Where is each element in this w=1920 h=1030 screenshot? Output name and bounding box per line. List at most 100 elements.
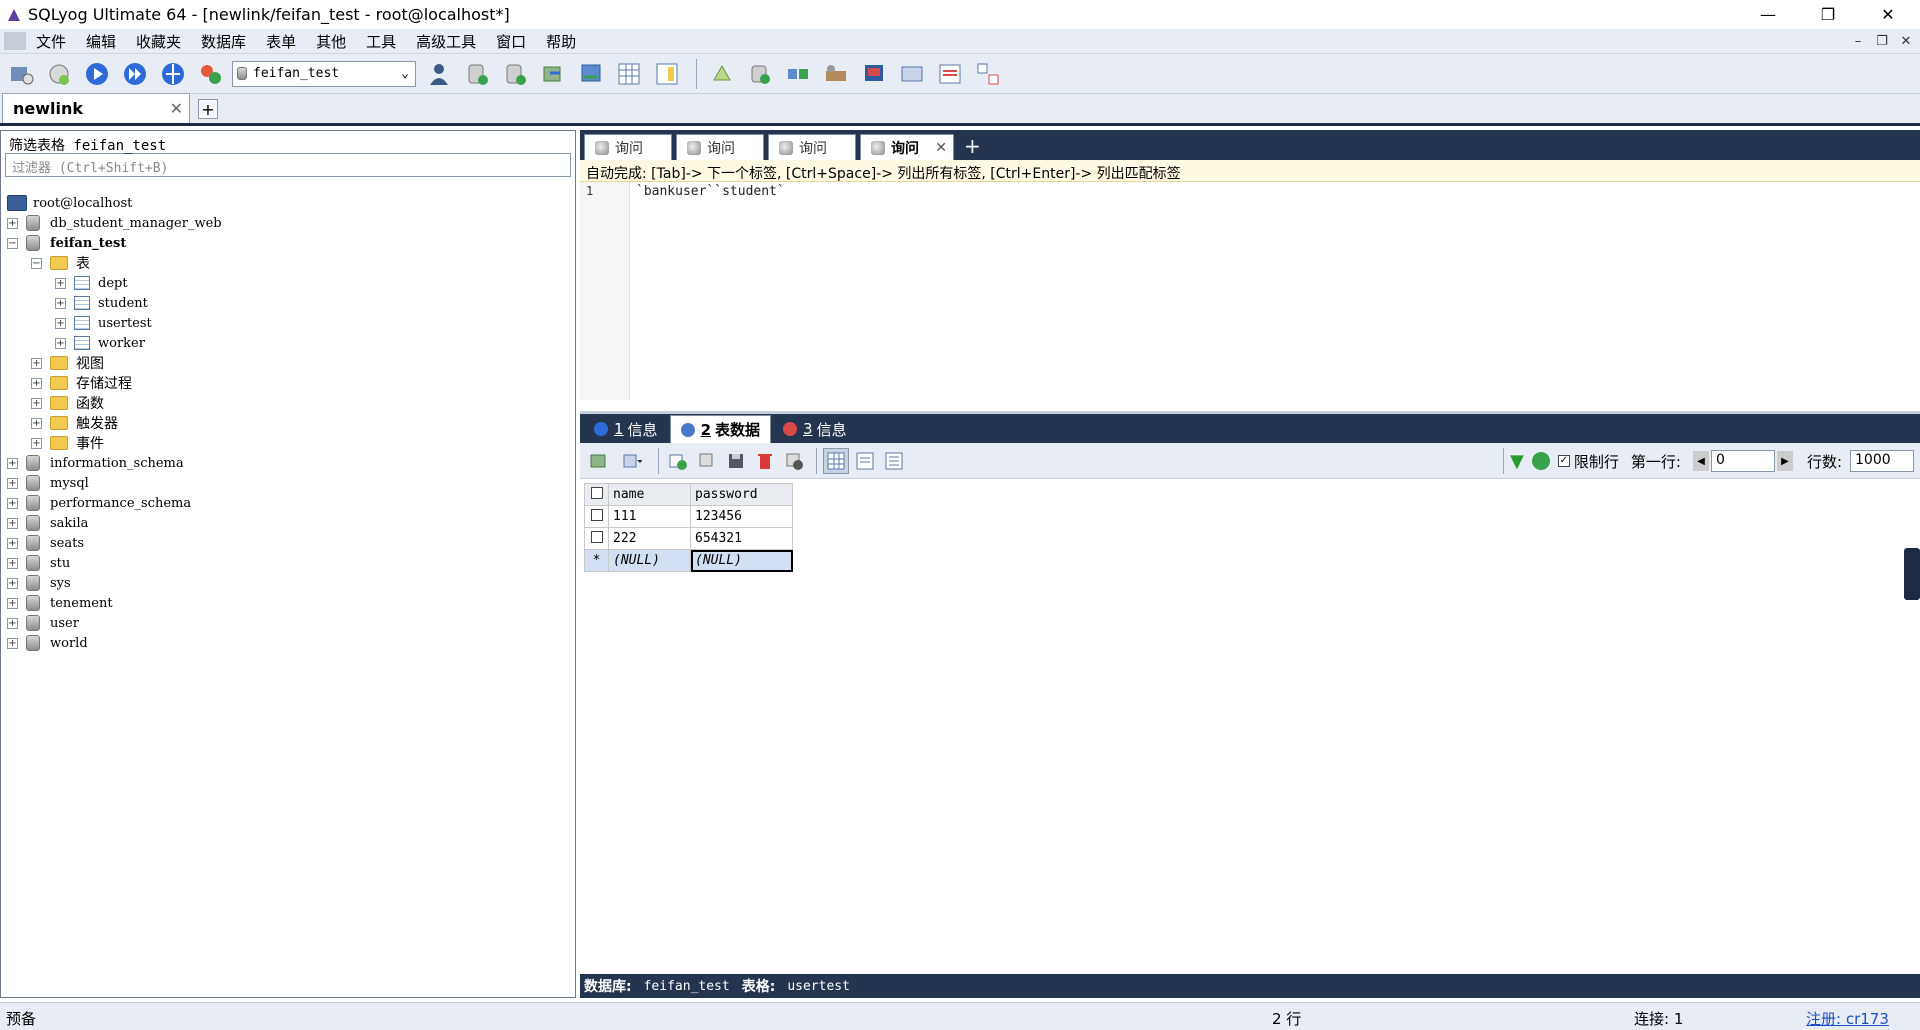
row-checkbox[interactable] [590,508,603,521]
tree-node-db[interactable]: − feifan_test [7,233,575,253]
import-button[interactable] [536,57,570,91]
server-node[interactable]: root@localhost [7,193,575,213]
expand-icon[interactable]: + [7,577,18,589]
expand-icon[interactable]: + [7,557,18,569]
add-connection-tab-button[interactable]: + [198,99,218,119]
database-selector[interactable]: feifan_test ⌄ [232,60,416,87]
schema-designer-button[interactable] [194,57,228,91]
query-tab[interactable]: 询问 ✕ [860,134,954,160]
expand-icon[interactable]: + [55,277,66,289]
expand-icon[interactable]: + [55,297,66,309]
tree-node-table[interactable]: + dept [7,273,575,293]
result-tab[interactable]: 1 信息 [584,415,668,443]
schema-designer-2-button[interactable] [971,57,1005,91]
filter-input[interactable]: 过滤器 (Ctrl+Shift+B) [5,153,571,177]
export-button[interactable] [574,57,608,91]
expand-icon[interactable]: + [7,617,18,629]
query-builder-button[interactable] [895,57,929,91]
previous-page-icon[interactable]: ◀ [1692,451,1709,471]
profiler-button[interactable] [933,57,967,91]
restore-db-button[interactable] [498,57,532,91]
scroll-handle[interactable] [1904,548,1920,600]
cancel-changes-button[interactable] [781,448,807,474]
column-header[interactable]: password [690,483,793,506]
add-query-tab-button[interactable]: + [964,134,981,158]
query-tab[interactable]: 询问 [584,134,672,160]
execute-all-button[interactable] [118,57,152,91]
row-count-input[interactable]: 1000 [1850,450,1914,472]
refresh-icon[interactable] [1531,452,1550,470]
query-tab[interactable]: 询问 [768,134,856,160]
expand-icon[interactable]: + [7,477,18,489]
result-tab[interactable]: 2 表数据 [669,415,772,443]
grid-cell[interactable]: 654321 [690,527,793,550]
grid-cell[interactable]: 111 [608,505,691,528]
expand-icon[interactable]: + [31,377,42,389]
insert-row-button[interactable] [665,448,691,474]
form-view-button[interactable] [852,448,878,474]
expand-icon[interactable]: + [7,637,18,649]
export-result-button[interactable] [586,448,612,474]
row-checkbox-cell[interactable] [584,505,609,528]
expand-icon[interactable]: + [7,457,18,469]
menu-favorites[interactable]: 收藏夹 [126,31,191,52]
new-row[interactable]: * (NULL) (NULL) [584,549,793,572]
delete-row-button[interactable] [752,448,778,474]
tree-node-db[interactable]: + mysql [7,473,575,493]
mdi-close-button[interactable]: ✕ [1896,31,1916,51]
save-button[interactable] [723,448,749,474]
mdi-minimize-button[interactable]: – [1848,31,1868,51]
result-tab[interactable]: 3 信息 [773,415,857,443]
sql-editor[interactable]: 1 `bankuser``student` [580,182,1920,400]
close-icon[interactable]: ✕ [935,140,947,156]
tree-node-folder[interactable]: + 视图 [7,353,575,373]
grid-view-button[interactable] [823,447,849,474]
import-result-button[interactable] [615,448,649,474]
close-button[interactable]: ✕ [1860,0,1916,29]
column-header[interactable]: name [608,483,691,506]
table-row[interactable]: 111 123456 [584,505,793,528]
grid-cell[interactable]: 222 [608,527,691,550]
new-query-button[interactable] [42,57,76,91]
minimize-button[interactable]: — [1740,0,1796,29]
menu-edit[interactable]: 编辑 [76,31,126,52]
select-all-checkbox-cell[interactable] [584,483,609,506]
grid-cell[interactable]: 123456 [690,505,793,528]
expand-icon[interactable]: + [31,417,42,429]
tree-node-folder[interactable]: − 表 [7,253,575,273]
expand-icon[interactable]: + [55,337,66,349]
document-menu-icon[interactable] [4,32,26,50]
expand-icon[interactable]: + [7,497,18,509]
user-manager-button[interactable] [422,57,456,91]
filter-funnel-icon[interactable]: ▼ [1510,451,1524,472]
menu-database[interactable]: 数据库 [191,31,256,52]
tree-node-folder[interactable]: + 函数 [7,393,575,413]
tree-node-db[interactable]: + sys [7,573,575,593]
compare-button[interactable] [781,57,815,91]
expand-icon[interactable]: + [55,317,66,329]
connection-tab[interactable]: newlink ✕ [2,93,190,123]
next-page-icon[interactable]: ▶ [1776,451,1793,471]
migration-button[interactable] [819,57,853,91]
editor-code[interactable]: `bankuser``student` [636,184,785,199]
expand-icon[interactable]: + [31,437,42,449]
first-row-input[interactable]: 0 [1710,450,1775,472]
tree-node-db[interactable]: + seats [7,533,575,553]
table-data-button[interactable] [612,57,646,91]
expand-icon[interactable]: + [7,517,18,529]
menu-help[interactable]: 帮助 [536,31,586,52]
row-checkbox-cell[interactable] [584,527,609,550]
menu-tools[interactable]: 工具 [356,31,406,52]
execute-query-button[interactable] [80,57,114,91]
grid-cell[interactable]: (NULL) [608,549,691,572]
select-all-checkbox[interactable] [590,486,603,499]
mdi-restore-button[interactable]: ❐ [1872,31,1892,51]
row-checkbox[interactable] [590,530,603,543]
tree-node-table[interactable]: + worker [7,333,575,353]
query-tab[interactable]: 询问 [676,134,764,160]
backup-button[interactable] [460,57,494,91]
limit-rows-checkbox[interactable]: ✓ [1557,455,1570,467]
close-icon[interactable]: ✕ [170,99,183,118]
menu-window[interactable]: 窗口 [486,31,536,52]
tree-node-folder[interactable]: + 触发器 [7,413,575,433]
